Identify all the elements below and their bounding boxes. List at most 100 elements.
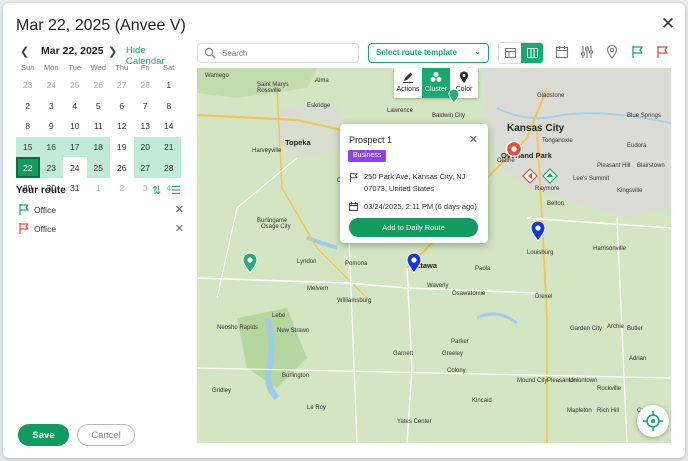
route-item[interactable]: Office ✕ — [16, 203, 184, 219]
map-place-label: Harrisonville — [593, 246, 627, 252]
map-place-label: Rockville — [597, 386, 622, 392]
cluster-button[interactable]: Cluster — [422, 68, 450, 98]
calendar-day[interactable]: 7 — [134, 96, 158, 117]
map-place-label: Harveyville — [252, 148, 282, 154]
calendar-day[interactable]: 24 — [40, 75, 64, 96]
sort-icon[interactable]: ⇅ — [152, 184, 161, 197]
map-pin[interactable] — [530, 220, 546, 242]
remove-icon[interactable]: ✕ — [175, 222, 184, 235]
calendar-day[interactable]: 5 — [87, 96, 111, 117]
map-marker-red[interactable] — [522, 168, 538, 184]
calendar-day[interactable]: 19 — [110, 137, 134, 158]
reorder-icon[interactable]: ☰ — [171, 184, 181, 197]
calendar-day[interactable]: 8 — [16, 116, 40, 137]
close-icon[interactable]: ✕ — [659, 15, 677, 33]
map-place-label: Mound City — [517, 378, 548, 384]
split-view-button[interactable] — [521, 43, 543, 63]
map-place-label: Wamego — [205, 73, 229, 79]
my-location-button[interactable] — [637, 405, 669, 437]
calendar-day[interactable]: 21 — [157, 136, 181, 158]
calendar-day[interactable]: 20 — [133, 136, 157, 158]
map-place-label: Garden City — [570, 326, 603, 332]
calendar-day[interactable]: 26 — [87, 75, 111, 96]
calendar-day[interactable]: 31 — [63, 178, 87, 199]
calendar-day[interactable]: 3 — [40, 96, 64, 117]
calendar-day[interactable]: 6 — [110, 96, 134, 117]
calendar-day[interactable]: 8 — [157, 96, 181, 117]
calendar-day[interactable]: 27 — [110, 75, 134, 96]
map-place-label: New Strawn — [277, 328, 310, 334]
map-pin[interactable] — [242, 252, 258, 274]
calendar-day[interactable]: 1 — [87, 178, 111, 199]
remove-icon[interactable]: ✕ — [175, 203, 184, 216]
calendar-day[interactable]: 2 — [16, 96, 40, 117]
calendar-day[interactable]: 13 — [134, 116, 158, 137]
map-place-label: Neosho Rapids — [217, 325, 259, 331]
end-flag-icon[interactable] — [655, 45, 669, 59]
cancel-button[interactable]: Cancel — [77, 424, 135, 446]
search-input[interactable] — [222, 46, 352, 60]
map-place-label: Osawatomie — [452, 291, 486, 297]
map-pin[interactable] — [406, 252, 422, 274]
route-item-label: Office — [34, 205, 57, 215]
calendar-day[interactable]: 16 — [39, 136, 63, 158]
map-place-label: Burlington — [282, 373, 310, 379]
filter-sliders-icon[interactable] — [580, 45, 594, 59]
actions-button[interactable]: Actions — [394, 68, 422, 98]
calendar-day[interactable]: 28 — [157, 157, 181, 178]
map-place-label: Uniontown — [569, 378, 598, 384]
weekday-label: Thu — [115, 63, 129, 72]
popup-title: Prospect 1 — [349, 135, 393, 145]
calendar-day[interactable]: 4 — [63, 96, 87, 117]
weekday-label: Sun — [21, 63, 35, 72]
add-to-daily-route-button[interactable]: Add to Daily Route — [349, 218, 478, 237]
calendar-day[interactable]: 11 — [87, 116, 111, 137]
chevron-left-icon[interactable]: ❮ — [20, 45, 29, 58]
chevron-right-icon[interactable]: ❯ — [108, 45, 117, 58]
weekday-label: Wed — [90, 63, 106, 72]
map-place-label: Louisburg — [527, 250, 554, 256]
flag-icon — [19, 223, 29, 234]
calendar-icon[interactable] — [555, 45, 569, 59]
map-place-label: Rich Hill — [597, 408, 620, 414]
close-icon[interactable]: ✕ — [469, 133, 478, 146]
calendar-day[interactable]: 23 — [39, 157, 63, 178]
map-pin[interactable] — [505, 140, 523, 158]
calendar-day[interactable]: 23 — [16, 75, 40, 96]
map-pin[interactable] — [448, 88, 460, 104]
calendar-day[interactable]: 27 — [133, 157, 157, 178]
calendar-day-selected[interactable]: 22 — [16, 157, 40, 178]
table-view-button[interactable] — [499, 43, 522, 63]
save-button[interactable]: Save — [18, 424, 69, 446]
calendar-day[interactable]: 15 — [16, 136, 40, 158]
map-marker-green[interactable] — [542, 168, 558, 184]
map-place-label: Kincaid — [472, 398, 492, 404]
search-box[interactable] — [197, 43, 359, 63]
calendar-day[interactable]: 9 — [40, 116, 64, 137]
calendar-day[interactable]: 14 — [157, 116, 181, 137]
modal-title: Mar 22, 2025 (Anvee V) — [16, 17, 186, 34]
calendar-header: ❮ Mar 22, 2025 ❯ Hide Calendar — [16, 45, 178, 67]
map-place-label: Alma — [315, 78, 329, 84]
route-title: Your route — [16, 185, 66, 196]
map-place-label: Garnett — [393, 351, 414, 357]
calendar-day[interactable]: 24 — [63, 157, 87, 178]
calendar-day[interactable]: 17 — [63, 136, 87, 158]
map-place-label: Kansas City — [507, 123, 565, 134]
calendar-day[interactable]: 25 — [86, 157, 110, 178]
location-pin-icon[interactable] — [605, 45, 619, 59]
calendar-day[interactable]: 18 — [86, 136, 110, 158]
calendar-day[interactable]: 2 — [110, 178, 134, 199]
calendar-day[interactable]: 10 — [63, 116, 87, 137]
calendar-day[interactable]: 1 — [157, 75, 181, 96]
calendar-day[interactable]: 26 — [110, 157, 134, 178]
calendar-day[interactable]: 28 — [134, 75, 158, 96]
weekday-label: Fri — [140, 63, 150, 72]
start-flag-icon[interactable] — [630, 45, 644, 59]
weekday-label: Tue — [68, 63, 82, 72]
calendar-day[interactable]: 25 — [63, 75, 87, 96]
route-item[interactable]: Office ✕ — [16, 222, 184, 238]
weekday-label: Sat — [163, 63, 175, 72]
calendar-day[interactable]: 12 — [110, 116, 134, 137]
route-template-select[interactable]: Select route template ⌄ — [368, 43, 489, 63]
